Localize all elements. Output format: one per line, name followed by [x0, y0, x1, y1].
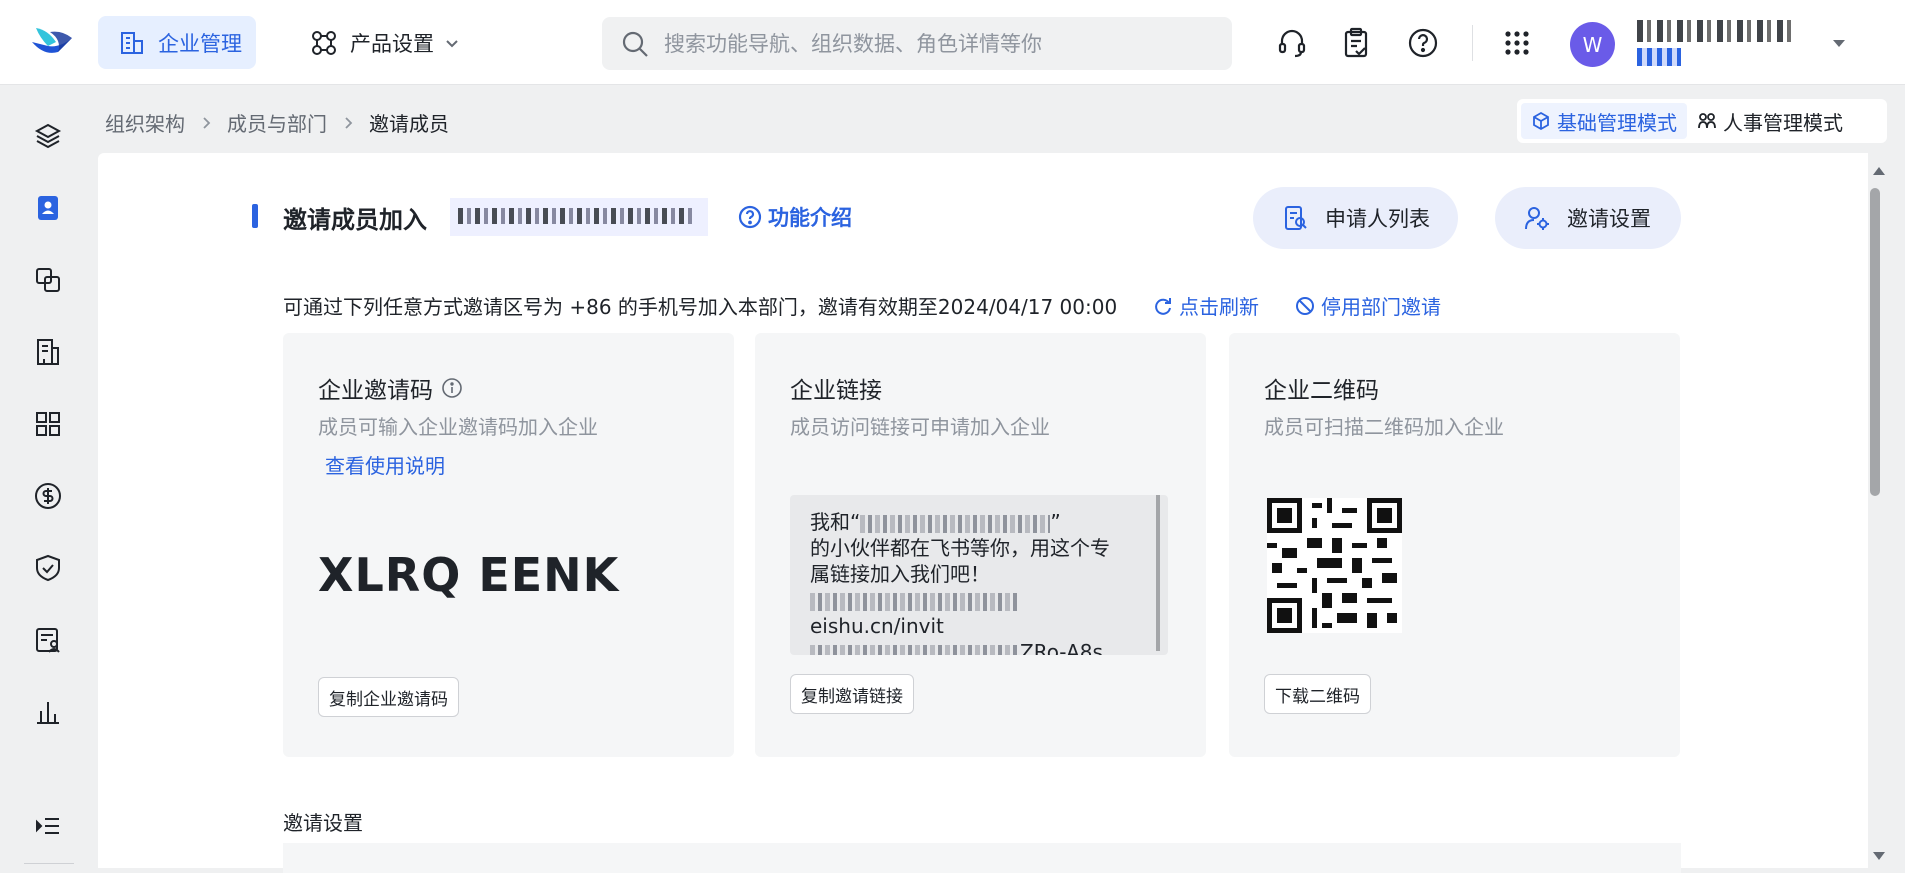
breadcrumb-members-departments[interactable]: 成员与部门 — [227, 108, 327, 137]
invite-settings-label: 邀请设置 — [1567, 207, 1651, 231]
copy-invite-code-button[interactable]: 复制企业邀请码 — [318, 677, 459, 717]
sidebar-building-icon[interactable] — [32, 336, 64, 368]
sidebar-security-icon[interactable] — [32, 552, 64, 584]
invite-settings-button[interactable]: 邀请设置 — [1495, 187, 1681, 249]
sidebar-layers-icon[interactable] — [32, 120, 64, 152]
qr-card-title: 企业二维码 — [1264, 378, 1379, 404]
sidebar-contacts-icon[interactable] — [32, 192, 64, 224]
invite-code-subtitle: 成员可输入企业邀请码加入企业 — [318, 415, 598, 439]
basic-mode-label: 基础管理模式 — [1557, 110, 1677, 135]
sidebar-link-icon[interactable] — [32, 264, 64, 296]
help-icon[interactable] — [1406, 26, 1440, 60]
invite-code-title-label: 企业邀请码 — [318, 378, 433, 404]
sidebar-profile-card-icon[interactable] — [32, 624, 64, 656]
invite-link-card: 企业链接 成员访问链接可申请加入企业 我和“ ” 的小伙伴都在飞书等你，用这个专 … — [755, 333, 1206, 757]
user-name-redacted — [1637, 20, 1792, 42]
copy-invite-link-button[interactable]: 复制邀请链接 — [790, 674, 914, 714]
sidebar-collapse-icon[interactable] — [32, 810, 64, 842]
invite-link-line-3: 属链接加入我们吧！ — [810, 562, 990, 586]
user-tenant-redacted — [1637, 48, 1681, 66]
search-icon — [622, 31, 648, 57]
applicant-list-icon — [1285, 206, 1307, 230]
invite-link-line-4-end: eishu.cn/invit — [810, 614, 944, 638]
feature-intro-link[interactable]: 功能介绍 — [738, 202, 852, 232]
tab-product-label: 产品设置 — [350, 31, 434, 56]
sidebar-analytics-icon[interactable] — [32, 696, 64, 728]
invite-link-line-4: eishu.cn/invit — [810, 587, 1148, 639]
disable-invite-link[interactable]: 停用部门邀请 — [1295, 291, 1441, 320]
app-grid-icon[interactable] — [1500, 26, 1534, 60]
chevron-down-icon — [446, 39, 458, 47]
invite-link-line-1-start: 我和“ — [810, 510, 861, 534]
scrollbar-thumb[interactable] — [1870, 188, 1880, 496]
redacted-text — [810, 592, 1020, 611]
clipboard-check-icon[interactable] — [1339, 26, 1373, 60]
building-icon — [121, 31, 143, 54]
user-menu-chevron-icon[interactable] — [1830, 34, 1848, 52]
qr-code-card: 企业二维码 成员可扫描二维码加入企业 下载二维码 — [1229, 333, 1680, 757]
cube-icon — [1533, 111, 1549, 131]
refresh-icon — [1155, 297, 1171, 315]
invite-link-card-title: 企业链接 — [790, 378, 882, 404]
qr-card-subtitle: 成员可扫描二维码加入企业 — [1264, 415, 1504, 439]
tab-product-settings[interactable]: 产品设置 — [310, 16, 460, 69]
redacted-text — [810, 644, 1020, 655]
title-accent-bar — [252, 204, 258, 228]
link-box-scrollbar[interactable] — [1156, 495, 1160, 651]
basic-mode-button[interactable]: 基础管理模式 — [1521, 103, 1687, 139]
feature-intro-label: 功能介绍 — [768, 206, 852, 230]
breadcrumb: 组织架构 成员与部门 邀请成员 — [105, 108, 449, 137]
sidebar-divider — [24, 863, 74, 864]
chevron-right-icon — [203, 116, 211, 129]
invite-description: 可通过下列任意方式邀请区号为 +86 的手机号加入本部门，邀请有效期至2024/… — [283, 295, 1118, 319]
applicant-list-label: 申请人列表 — [1325, 207, 1430, 231]
headset-icon[interactable] — [1275, 26, 1309, 60]
redacted-text — [860, 514, 1051, 533]
user-settings-icon — [1525, 207, 1549, 230]
search-input[interactable] — [664, 31, 1184, 56]
department-name-redacted — [450, 198, 708, 236]
product-settings-icon — [312, 30, 336, 55]
breadcrumb-invite-members: 邀请成员 — [369, 112, 449, 136]
mode-switch: 基础管理模式 人事管理模式 — [1517, 99, 1887, 143]
sidebar-apps-icon[interactable] — [32, 408, 64, 440]
invite-link-subtitle: 成员访问链接可申请加入企业 — [790, 415, 1050, 439]
breadcrumb-org-structure[interactable]: 组织架构 — [105, 108, 185, 137]
applicant-list-button[interactable]: 申请人列表 — [1253, 187, 1458, 249]
invite-code-card-title: 企业邀请码 — [318, 371, 463, 405]
download-qr-button[interactable]: 下载二维码 — [1264, 674, 1371, 714]
sidebar-billing-icon[interactable] — [32, 480, 64, 512]
topbar-divider — [1472, 25, 1473, 61]
feishu-logo-icon[interactable] — [30, 22, 74, 62]
invite-code-card: 企业邀请码 成员可输入企业邀请码加入企业 查看使用说明 XLRQ EENK 复制… — [283, 333, 734, 757]
tab-enterprise-management[interactable]: 企业管理 — [98, 16, 256, 69]
invite-link-line-2: 的小伙伴都在飞书等你，用这个专 — [810, 536, 1110, 560]
usage-guide-link[interactable]: 查看使用说明 — [325, 450, 445, 479]
avatar[interactable]: W — [1570, 22, 1615, 67]
global-search[interactable] — [602, 17, 1232, 70]
sidebar — [0, 86, 98, 868]
chevron-right-icon — [345, 116, 353, 129]
invite-link-line-1-end: ” — [1050, 510, 1061, 534]
invite-settings-section — [283, 843, 1681, 873]
refresh-link[interactable]: 点击刷新 — [1153, 291, 1259, 320]
page-title: 邀请成员加入 — [283, 206, 427, 234]
invite-code-value: XLRQ EENK — [318, 548, 620, 602]
top-bar: 企业管理 产品设置 W — [0, 0, 1905, 85]
qr-code-image — [1267, 498, 1402, 633]
refresh-label: 点击刷新 — [1179, 295, 1259, 319]
invite-link-line-5: ZRo-A8s — [810, 639, 1148, 655]
help-icon — [738, 205, 762, 229]
hr-mode-label: 人事管理模式 — [1723, 110, 1843, 135]
invite-settings-section-title: 邀请设置 — [283, 811, 363, 835]
disable-invite-label: 停用部门邀请 — [1321, 295, 1441, 319]
tab-enterprise-label: 企业管理 — [158, 31, 242, 56]
hr-mode-button[interactable]: 人事管理模式 — [1687, 103, 1853, 139]
invite-link-line-1: 我和“ ” — [810, 509, 1148, 535]
people-icon — [1698, 113, 1716, 129]
info-icon[interactable] — [441, 377, 463, 399]
disable-icon — [1296, 296, 1314, 315]
invite-link-line-5-end: ZRo-A8s — [1020, 640, 1103, 655]
invite-link-text-box[interactable]: 我和“ ” 的小伙伴都在飞书等你，用这个专 属链接加入我们吧！ eishu.cn/… — [790, 495, 1168, 655]
